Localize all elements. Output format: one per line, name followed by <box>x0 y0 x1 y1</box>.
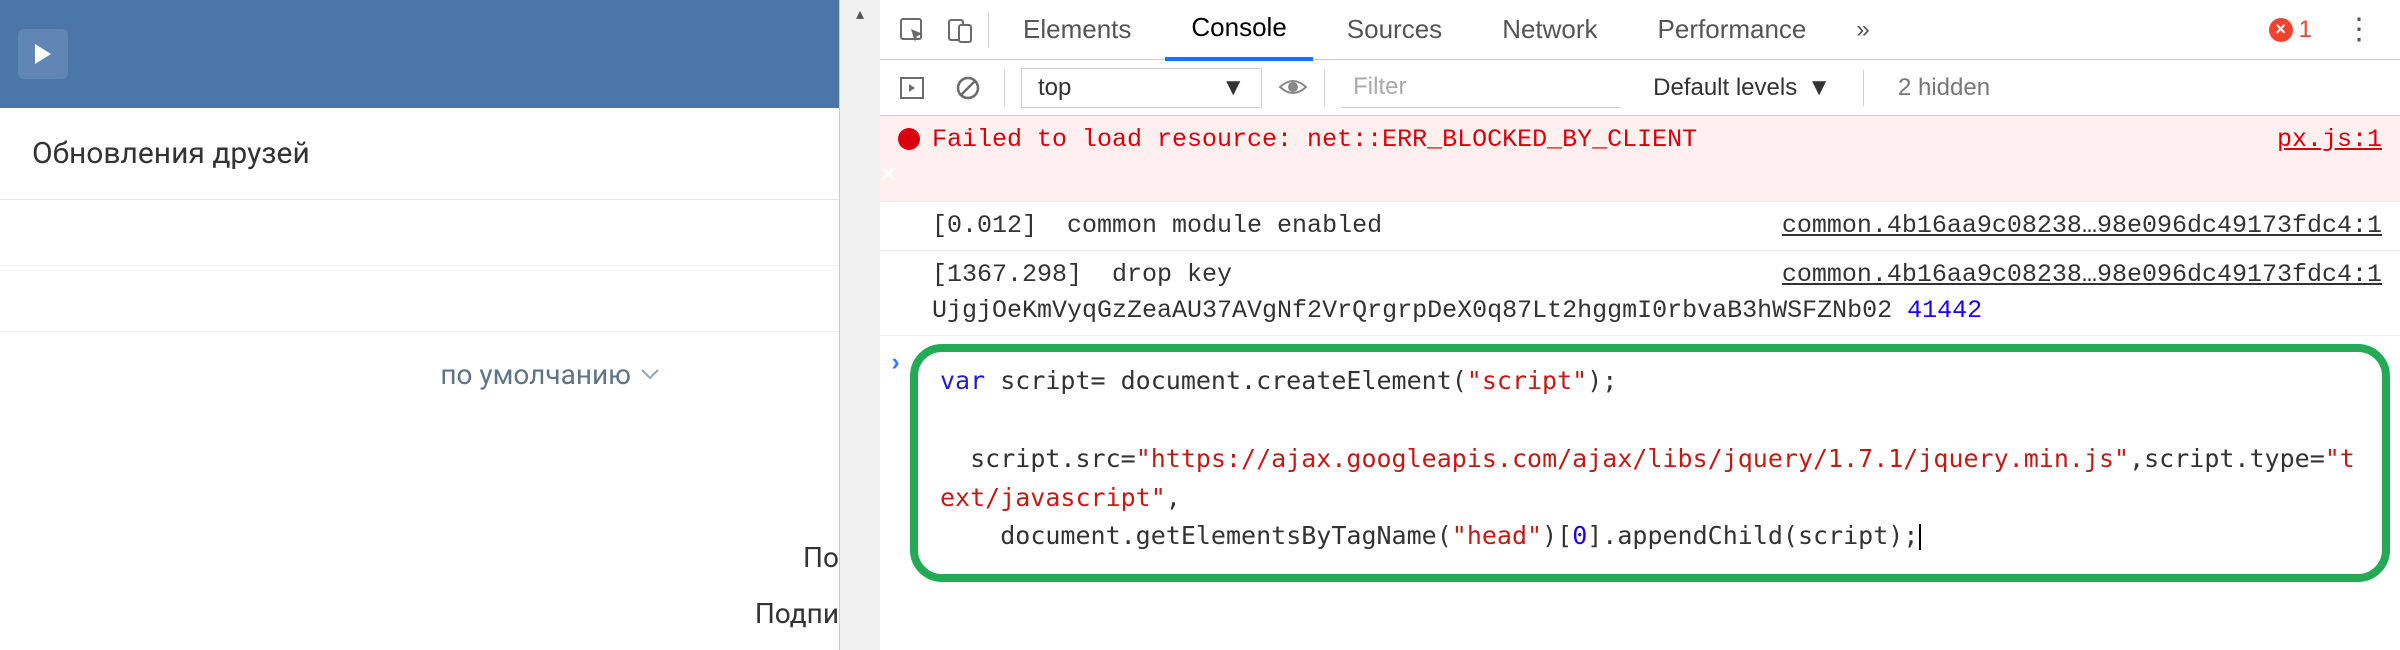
error-count-badge[interactable]: × 1 <box>2259 16 2322 44</box>
list-row <box>0 200 839 266</box>
sort-dropdown[interactable]: по умолчанию <box>440 358 659 391</box>
scroll-up-icon[interactable]: ▴ <box>856 4 864 23</box>
list-row <box>0 266 839 332</box>
inspect-element-button[interactable] <box>892 10 932 50</box>
chevron-down-icon: ▼ <box>1221 74 1245 102</box>
log-message: [0.012] common module enabled <box>932 208 1762 244</box>
clear-icon <box>955 75 981 101</box>
chevron-down-icon: ▼ <box>1807 74 1831 102</box>
tab-elements[interactable]: Elements <box>997 0 1157 59</box>
site-header <box>0 0 839 108</box>
separator <box>1324 70 1325 106</box>
device-icon <box>946 16 974 44</box>
play-button[interactable] <box>18 29 68 79</box>
log-levels-dropdown[interactable]: Default levels ▼ <box>1637 74 1847 102</box>
column-header-truncated: По <box>803 541 839 574</box>
eye-icon <box>1278 77 1308 97</box>
context-value: top <box>1038 74 1071 102</box>
sidebar-icon <box>899 75 925 101</box>
devtools-tabstrip: Elements Console Sources Network Perform… <box>880 0 2400 60</box>
error-icon: × <box>2269 18 2293 42</box>
page-left: Обновления друзей по умолчанию По Подпи <box>0 0 840 650</box>
inspect-icon <box>898 16 926 44</box>
clear-console-button[interactable] <box>948 68 988 108</box>
hidden-messages-count[interactable]: 2 hidden <box>1880 74 2008 102</box>
console-log: Failed to load resource: net::ERR_BLOCKE… <box>880 116 2400 650</box>
devtools-menu-button[interactable]: ⋮ <box>2330 12 2388 47</box>
devtools-panel: Elements Console Sources Network Perform… <box>880 0 2400 650</box>
console-sidebar-toggle[interactable] <box>892 68 932 108</box>
log-message: [1367.298] drop keycommon.4b16aa9c08238…… <box>932 257 2382 330</box>
context-selector[interactable]: top ▼ <box>1021 68 1262 108</box>
tab-console[interactable]: Console <box>1165 0 1312 61</box>
log-source-link[interactable]: common.4b16aa9c08238…98e096dc49173fdc4:1 <box>1762 208 2382 244</box>
separator <box>1004 70 1005 106</box>
scrollbar[interactable]: ▴ <box>840 0 880 650</box>
console-toolbar: top ▼ Default levels ▼ 2 hidden <box>880 60 2400 116</box>
error-count: 1 <box>2299 16 2312 44</box>
text-caret <box>1919 524 1921 550</box>
console-input-area[interactable]: › var script= document.createElement("sc… <box>880 336 2400 590</box>
log-message: Failed to load resource: net::ERR_BLOCKE… <box>932 122 2257 158</box>
prompt-icon: › <box>888 346 903 382</box>
log-source-link[interactable]: px.js:1 <box>2257 122 2382 158</box>
log-entry-error[interactable]: Failed to load resource: net::ERR_BLOCKE… <box>880 116 2400 202</box>
log-entry[interactable]: [1367.298] drop keycommon.4b16aa9c08238…… <box>880 251 2400 337</box>
sort-label-text: по умолчанию <box>440 358 631 391</box>
error-icon <box>898 122 932 195</box>
tab-sources[interactable]: Sources <box>1321 0 1468 59</box>
separator <box>988 12 989 48</box>
console-input-highlighted[interactable]: var script= document.createElement("scri… <box>910 344 2390 582</box>
chevron-down-icon <box>641 369 659 381</box>
device-toolbar-button[interactable] <box>940 10 980 50</box>
live-expression-button[interactable] <box>1278 72 1308 104</box>
tab-network[interactable]: Network <box>1476 0 1623 59</box>
column-header-truncated: Подпи <box>755 597 839 630</box>
more-tabs-button[interactable]: » <box>1840 16 1885 44</box>
filter-input[interactable] <box>1341 68 1621 108</box>
play-icon <box>33 43 53 65</box>
page-title: Обновления друзей <box>0 108 839 200</box>
separator <box>1863 70 1864 106</box>
levels-label: Default levels <box>1653 74 1797 102</box>
log-source-link[interactable]: common.4b16aa9c08238…98e096dc49173fdc4:1 <box>1762 257 2382 293</box>
tab-performance[interactable]: Performance <box>1632 0 1833 59</box>
log-entry[interactable]: [0.012] common module enabled common.4b1… <box>880 202 2400 251</box>
